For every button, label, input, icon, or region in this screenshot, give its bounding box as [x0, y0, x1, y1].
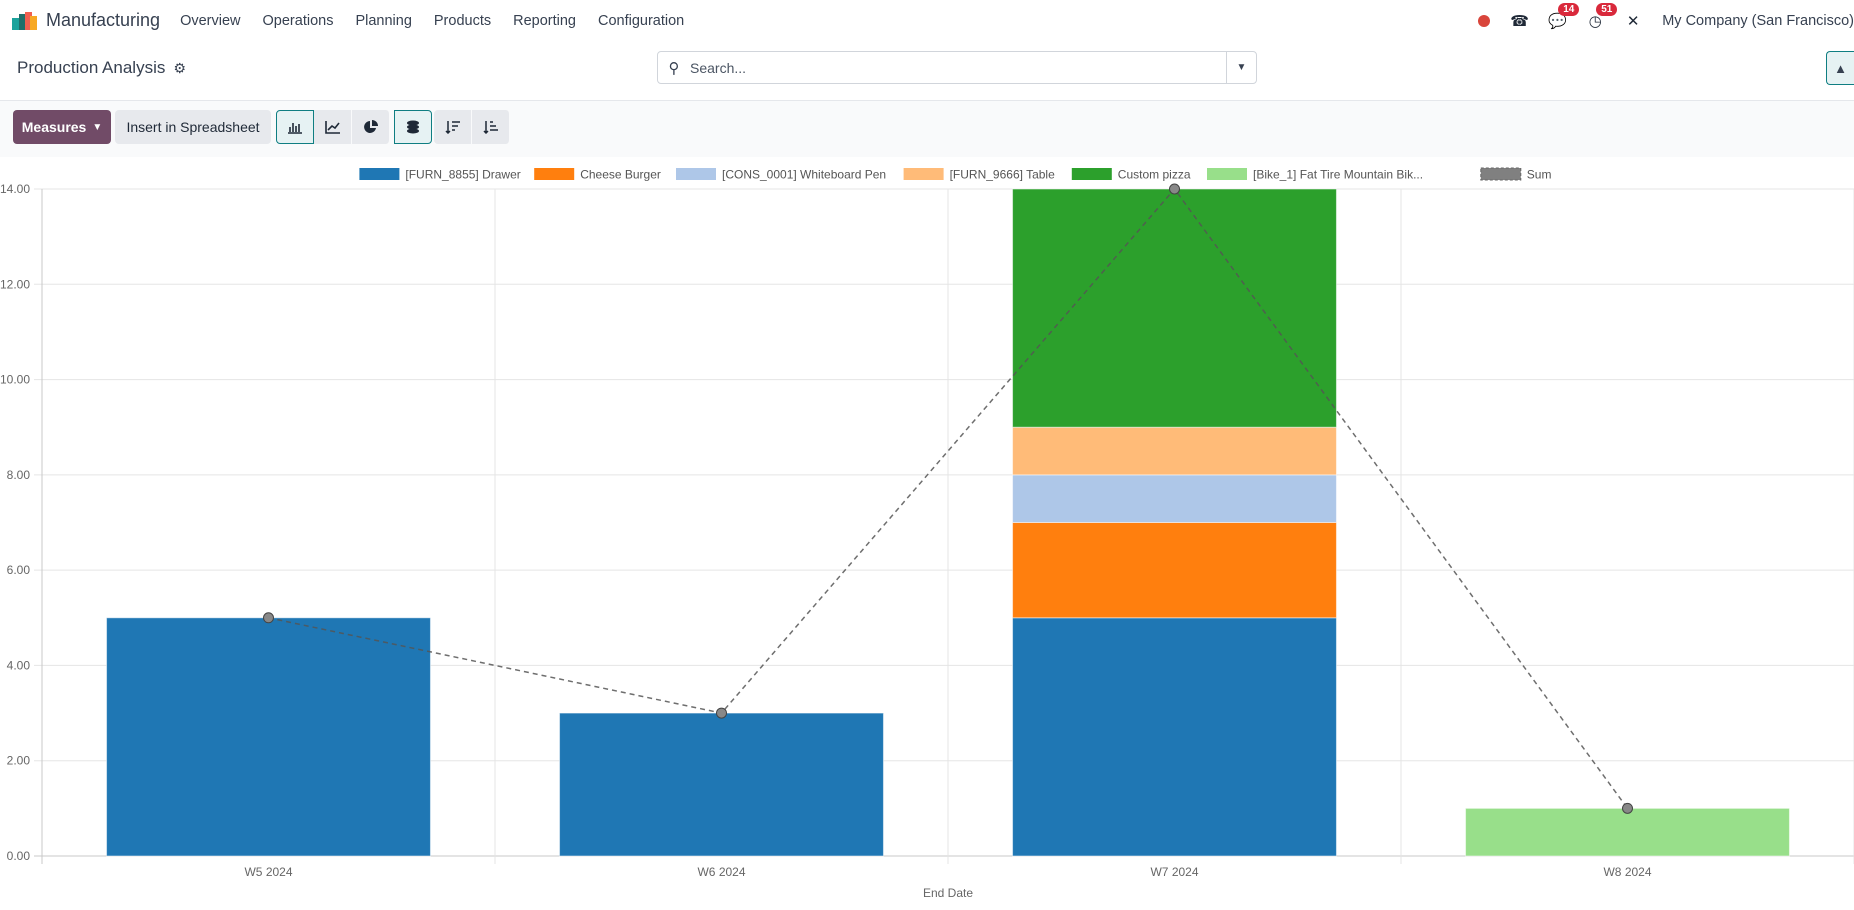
- legend-label: Sum: [1527, 168, 1552, 182]
- messages-badge: 14: [1558, 2, 1580, 16]
- top-navbar: Manufacturing Overview Operations Planni…: [0, 0, 1854, 41]
- x-tick-label: W8 2024: [1603, 865, 1651, 879]
- menu-operations[interactable]: Operations: [263, 13, 334, 29]
- menu-planning[interactable]: Planning: [355, 13, 411, 29]
- phone-icon[interactable]: ☎: [1510, 12, 1529, 30]
- caret-down-icon: ▼: [92, 121, 103, 133]
- legend-swatch: [1207, 168, 1247, 180]
- stacked-group: [394, 110, 432, 144]
- sum-point: [1169, 183, 1180, 195]
- legend-swatch: [676, 168, 716, 180]
- x-tick-label: W6 2024: [697, 865, 745, 879]
- bar-segment: [1012, 426, 1337, 476]
- y-tick-label: 8.00: [7, 468, 31, 482]
- activities-badge: 51: [1596, 2, 1618, 16]
- search-bar: ⚲ ▼: [657, 51, 1257, 84]
- y-tick-label: 6.00: [7, 563, 31, 577]
- search-icon: ⚲: [668, 59, 680, 77]
- legend-label: [FURN_8855] Drawer: [405, 168, 520, 182]
- legend-label: Cheese Burger: [580, 168, 661, 182]
- menu-overview[interactable]: Overview: [180, 13, 240, 29]
- y-tick-label: 4.00: [7, 658, 31, 672]
- y-tick-label: 2.00: [7, 754, 31, 768]
- chart-area: [FURN_8855] Drawer Cheese Burger [CONS_000…: [0, 157, 1854, 905]
- measures-label: Measures: [21, 119, 87, 135]
- legend-label: Custom pizza: [1118, 168, 1191, 182]
- bar-segment: [1012, 617, 1337, 857]
- legend-label: [CONS_0001] Whiteboard Pen: [722, 168, 886, 182]
- messages-icon[interactable]: 💬 14: [1548, 2, 1580, 30]
- legend-swatch-sum: [1480, 167, 1522, 181]
- bar-segment: [559, 712, 884, 857]
- x-axis-title: End Date: [923, 886, 973, 900]
- menu-products[interactable]: Products: [434, 13, 491, 29]
- bar-chart-icon[interactable]: [276, 110, 314, 144]
- control-panel: Production Analysis ⚙ ⚲ ▼ ▲: [0, 41, 1854, 101]
- y-tick-label: 0.00: [7, 849, 31, 863]
- recording-status-icon[interactable]: [1478, 14, 1491, 27]
- legend-label: [FURN_9666] Table: [950, 168, 1055, 182]
- sort-descending-icon[interactable]: [434, 110, 472, 144]
- menu-reporting[interactable]: Reporting: [513, 13, 576, 29]
- search-input[interactable]: [690, 59, 1226, 76]
- legend-swatch: [1071, 168, 1112, 180]
- manufacturing-logo-icon: [12, 11, 38, 30]
- graph-view-switch-icon[interactable]: ▲: [1826, 51, 1854, 85]
- legend-swatch: [534, 168, 575, 180]
- chart-type-group: [276, 110, 390, 144]
- y-tick-label: 10.00: [0, 373, 30, 387]
- sum-point: [716, 707, 727, 719]
- x-tick-label: W5 2024: [244, 865, 292, 879]
- bar-segment: [1465, 807, 1790, 857]
- gear-icon[interactable]: ⚙: [173, 60, 186, 77]
- sum-point: [263, 612, 274, 624]
- y-tick-label: 12.00: [0, 277, 30, 291]
- pie-chart-icon[interactable]: [352, 110, 390, 144]
- legend-swatch: [903, 168, 944, 180]
- legend-swatch: [359, 168, 400, 180]
- bar-segment: [1012, 188, 1337, 428]
- bar-segment: [106, 617, 431, 857]
- graph-toolbar: Measures ▼ Insert in Spreadsheet: [0, 101, 1854, 157]
- measures-button[interactable]: Measures ▼: [13, 110, 111, 144]
- app-name: Manufacturing: [46, 10, 161, 30]
- app-brand[interactable]: Manufacturing: [12, 10, 160, 31]
- tools-icon[interactable]: ✕: [1624, 12, 1642, 30]
- company-switcher[interactable]: My Company (San Francisco): [1662, 13, 1854, 29]
- production-chart: [FURN_8855] Drawer Cheese Burger [CONS_000…: [0, 167, 1854, 900]
- search-options-toggle[interactable]: ▼: [1226, 52, 1256, 83]
- breadcrumb: Production Analysis ⚙: [17, 58, 186, 78]
- line-chart-icon[interactable]: [314, 110, 352, 144]
- menu-configuration[interactable]: Configuration: [598, 13, 684, 29]
- x-tick-label: W7 2024: [1150, 865, 1198, 879]
- stacked-database-icon[interactable]: [394, 110, 432, 144]
- activities-clock-icon[interactable]: ◷ 51: [1586, 2, 1618, 30]
- sort-ascending-icon[interactable]: [472, 110, 510, 144]
- sort-group: [434, 110, 510, 144]
- y-tick-label: 14.00: [0, 182, 30, 196]
- sum-point: [1622, 802, 1633, 814]
- bar-segment: [1012, 474, 1337, 524]
- insert-spreadsheet-button[interactable]: Insert in Spreadsheet: [115, 110, 271, 144]
- bar-segment: [1012, 522, 1337, 619]
- page-title: Production Analysis: [17, 58, 166, 77]
- legend-label: [Bike_1] Fat Tire Mountain Bik...: [1253, 168, 1423, 182]
- systray: ☎ 💬 14 ◷ 51 ✕ My Company (San Francisco): [1478, 0, 1854, 41]
